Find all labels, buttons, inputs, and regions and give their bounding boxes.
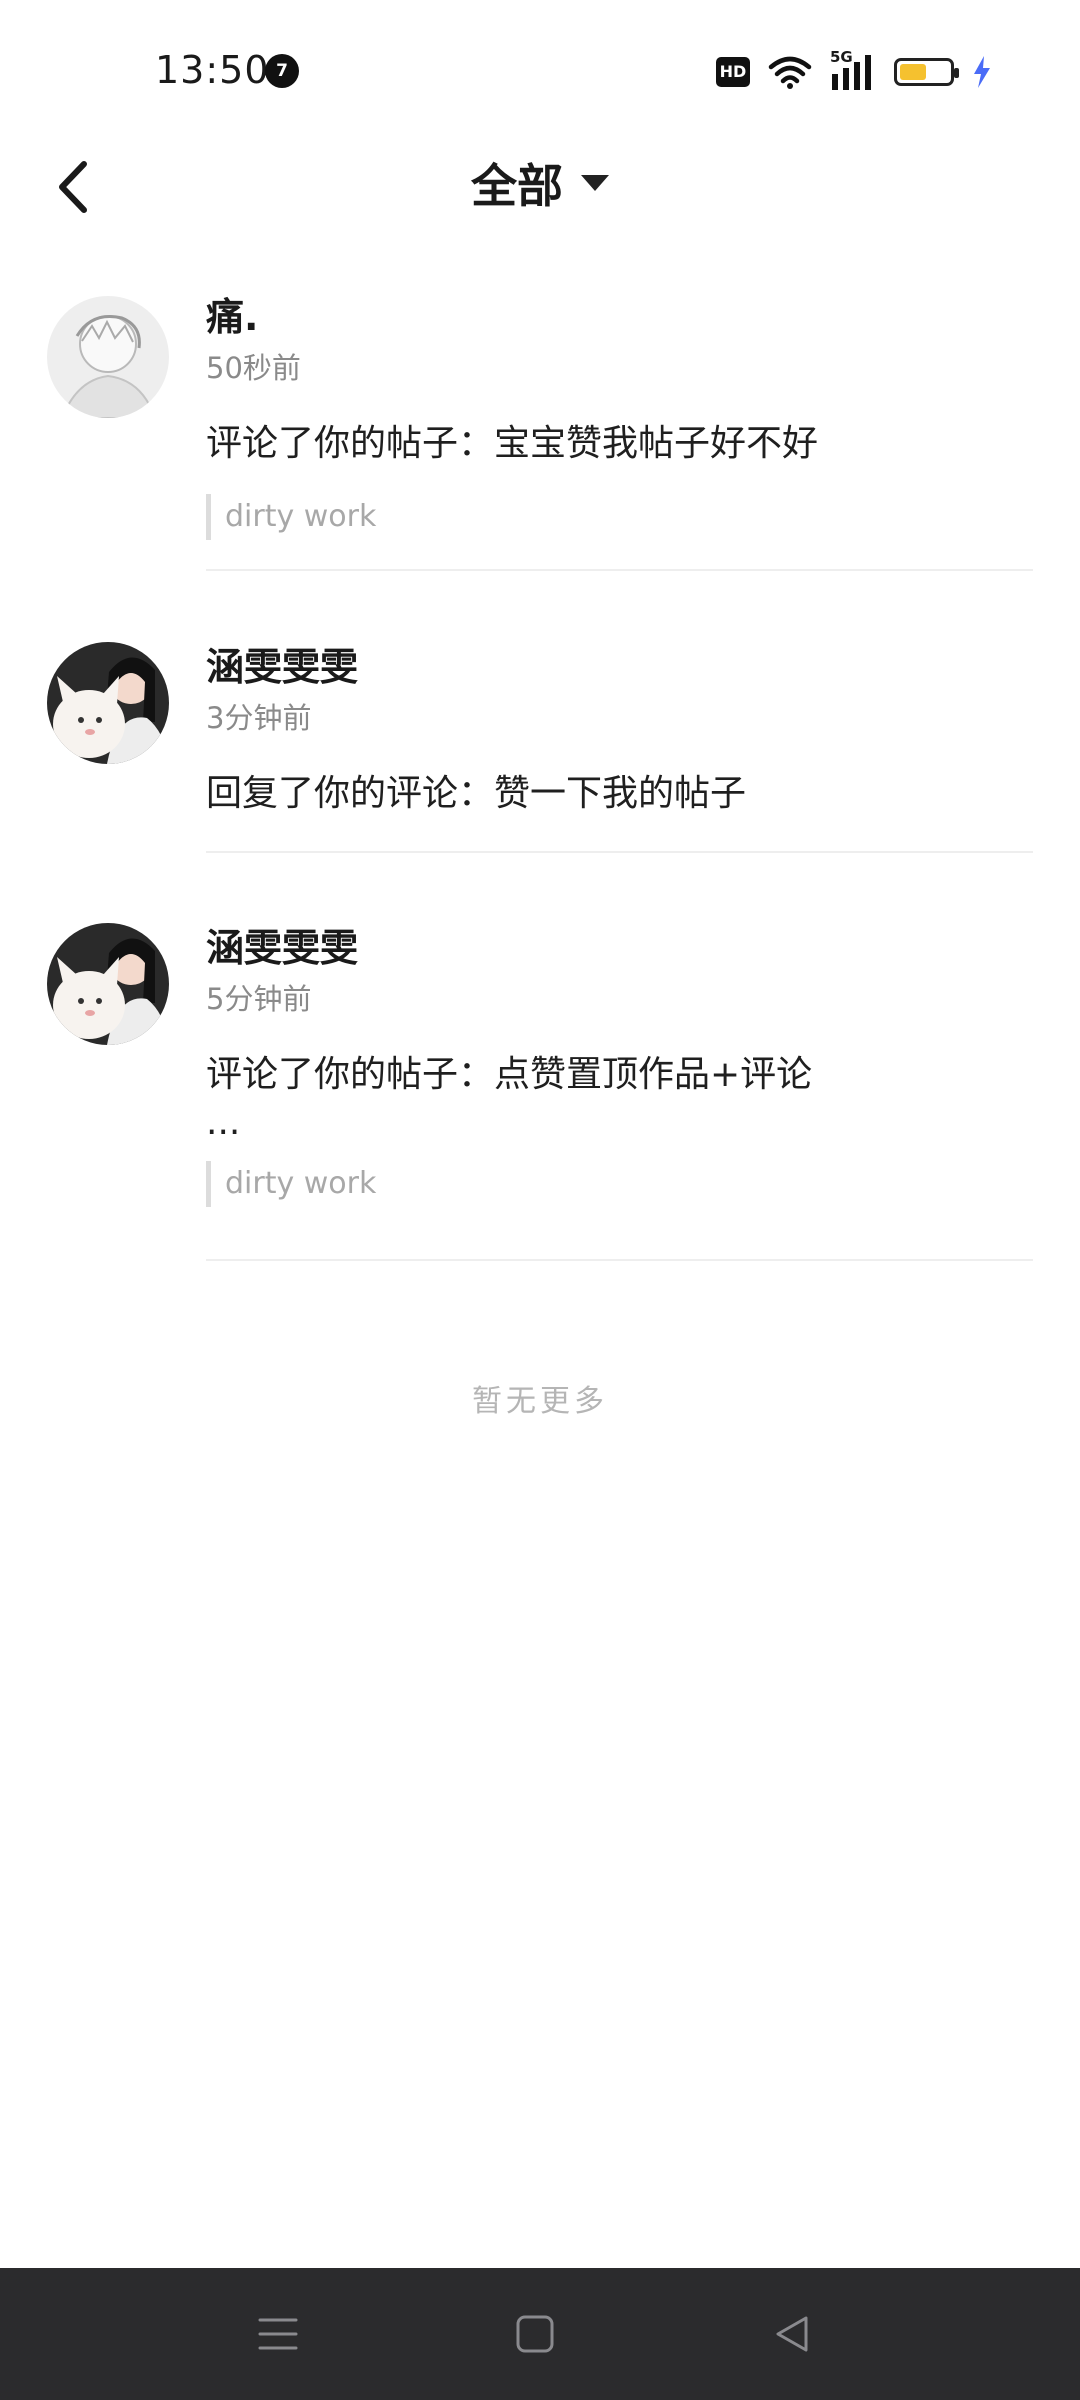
- timestamp: 3分钟前: [206, 701, 312, 735]
- page-title: 全部: [471, 159, 563, 213]
- battery-level: [900, 64, 927, 80]
- quoted-post[interactable]: dirty work: [206, 494, 1033, 540]
- system-back-button[interactable]: [752, 2294, 832, 2374]
- notification-content: 涵雯雯雯 3分钟前 回复了你的评论：赞一下我的帖子: [206, 642, 1033, 824]
- notification-content: 涵雯雯雯 5分钟前 评论了你的帖子：点赞置顶作品+评论 ... dirty wo…: [206, 923, 1033, 1207]
- charging-bolt-icon: [974, 56, 990, 88]
- notification-message: 回复了你的评论：赞一下我的帖子: [206, 773, 747, 814]
- user-name[interactable]: 涵雯雯雯: [206, 642, 1033, 692]
- avatar[interactable]: [47, 296, 169, 418]
- hd-icon: HD: [716, 57, 750, 87]
- notification-count-badge: 7: [265, 54, 299, 88]
- divider: [206, 569, 1033, 571]
- caret-down-icon: [581, 175, 609, 191]
- square-home-icon: [516, 2315, 554, 2353]
- divider: [206, 851, 1033, 853]
- filter-dropdown[interactable]: 全部: [471, 150, 609, 216]
- home-button[interactable]: [495, 2294, 575, 2374]
- timestamp: 50秒前: [206, 351, 301, 385]
- menu-icon: [258, 2318, 298, 2350]
- system-nav-bar: [0, 2268, 1080, 2400]
- user-name[interactable]: 涵雯雯雯: [206, 923, 1033, 973]
- user-name[interactable]: 痛.: [206, 292, 1033, 342]
- avatar[interactable]: [47, 642, 169, 764]
- divider: [206, 1259, 1033, 1261]
- status-time: 13:50: [155, 48, 270, 92]
- timestamp: 5分钟前: [206, 982, 312, 1016]
- status-bar: 13:50 7 HD 5G: [0, 0, 1080, 140]
- quoted-post[interactable]: dirty work: [206, 1161, 1033, 1207]
- system-icons: HD 5G: [716, 48, 992, 92]
- recent-apps-button[interactable]: [238, 2294, 318, 2374]
- notification-content: 痛. 50秒前 评论了你的帖子：宝宝赞我帖子好不好 dirty work: [206, 292, 1033, 540]
- cellular-signal-icon: 5G: [830, 48, 876, 92]
- notification-message: 评论了你的帖子：宝宝赞我帖子好不好: [206, 423, 819, 464]
- no-more-label: 暂无更多: [472, 1384, 608, 1419]
- header: 全部: [0, 150, 1080, 216]
- avatar[interactable]: [47, 923, 169, 1045]
- battery-icon: [894, 58, 959, 86]
- wifi-icon: [768, 56, 812, 89]
- message-overflow-ellipsis: ...: [206, 1102, 241, 1143]
- notification-message: 评论了你的帖子：点赞置顶作品+评论: [206, 1054, 813, 1095]
- triangle-back-icon: [776, 2316, 808, 2352]
